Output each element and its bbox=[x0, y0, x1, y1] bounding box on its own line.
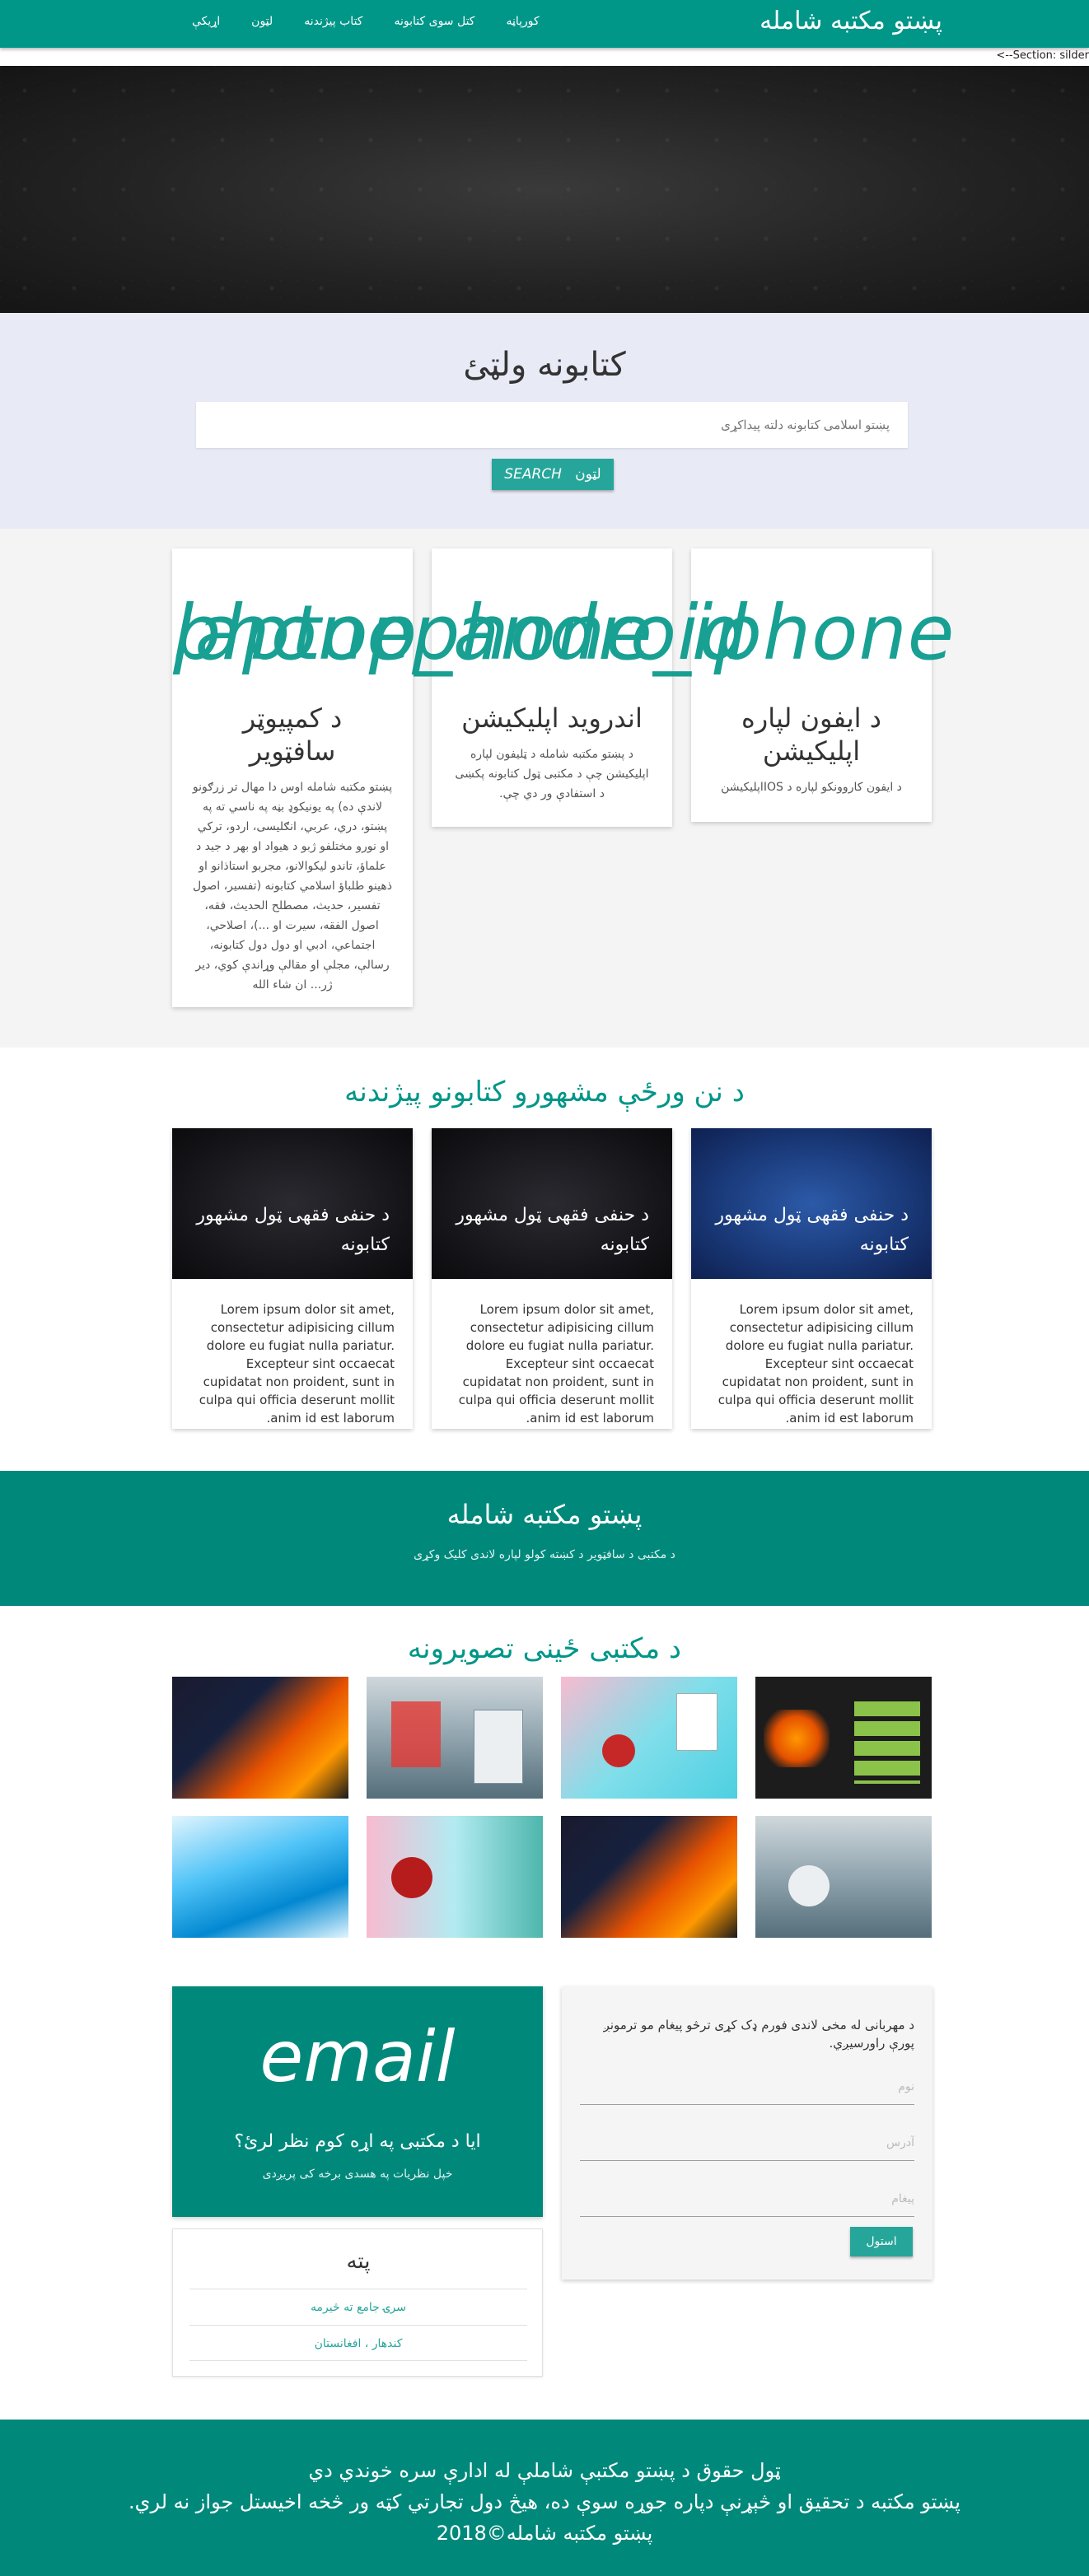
stray-comment-text: <--Section: silder bbox=[996, 49, 1089, 62]
feedback-card: email ایا د مکتبی په اړه کوم نظر لرئ؟ خپ… bbox=[172, 1986, 543, 2217]
search-section: کتابونه ولټئ SEARCH لټون bbox=[0, 313, 1089, 529]
nav-links: اړیکې لټون کتاب پیژندنه کتل سوی کتابونه … bbox=[176, 15, 555, 28]
featured-heading: د نن ورځې مشهورو کتابونو پیژندنه bbox=[344, 1076, 745, 1108]
nav-link-viewed-books[interactable]: کتل سوی کتابونه bbox=[378, 15, 490, 28]
feedback-subtext: خپل نظریات په هسدی برخه کی پریږدی bbox=[262, 2168, 453, 2181]
feedback-question: ایا د مکتبی په اړه کوم نظر لرئ؟ bbox=[234, 2131, 481, 2152]
app-card-desc: د پښتو مکتبه شامله د ټلیفون لپاره اپلیکی… bbox=[455, 748, 649, 800]
gallery-image[interactable] bbox=[172, 1677, 348, 1799]
footer-rights: ټول حقوق د پښتو مکتبې شاملې له ادارې سره… bbox=[308, 2459, 781, 2482]
search-button-label: لټون bbox=[575, 466, 601, 483]
featured-card-title: د حنفی فقهی ټول مشهور کتابونه bbox=[196, 1205, 390, 1255]
featured-card[interactable]: د حنفی فقهی ټول مشهور کتابونه Lorem ipsu… bbox=[172, 1128, 413, 1429]
banner-subtitle: د مکتبی د سافټویر د کښته کولو لپاره لاند… bbox=[414, 1548, 675, 1561]
featured-card-title: د حنفی فقهی ټول مشهور کتابونه bbox=[715, 1205, 909, 1255]
top-navbar: پښتو مکتبه شامله اړیکې لټون کتاب پیژندنه… bbox=[0, 0, 1089, 48]
nav-link-contact[interactable]: اړیکې bbox=[176, 15, 236, 28]
app-card-android: اندروید اپلیکیشن د پښتو مکتبه شامله د ټل… bbox=[432, 548, 672, 827]
gallery-image[interactable] bbox=[367, 1816, 543, 1938]
app-card-desktop: د کمپیوټر سافټویر پښتو مکتبه شامله اوس د… bbox=[172, 548, 413, 1007]
gallery-heading: د مکتبی ځینی تصویرونه bbox=[407, 1632, 682, 1665]
nav-link-search[interactable]: لټون bbox=[236, 15, 288, 28]
featured-card[interactable]: د حنفی فقهی ټول مشهور کتابونه Lorem ipsu… bbox=[691, 1128, 932, 1429]
gallery-image[interactable] bbox=[172, 1816, 348, 1938]
message-field[interactable]: پیغام bbox=[580, 2181, 914, 2217]
gallery-image[interactable] bbox=[755, 1677, 932, 1799]
address-line[interactable]: کندهار ، افغانستان bbox=[189, 2325, 527, 2361]
brand-logo[interactable]: پښتو مکتبه شامله bbox=[759, 7, 942, 35]
search-button-latin: SEARCH bbox=[504, 466, 562, 483]
address-heading: پته bbox=[346, 2249, 371, 2274]
app-card-desc: د ایفون کاروونکو لپاره د IOSاپلیکیشن bbox=[721, 781, 902, 794]
name-field[interactable]: نوم bbox=[580, 2069, 914, 2105]
footer-notice: پښتو مکتبه د تحقیق او څېړنې دپاره جوړه س… bbox=[129, 2490, 960, 2513]
send-button[interactable]: استول bbox=[850, 2227, 913, 2256]
featured-card-title: د حنفی فقهی ټول مشهور کتابونه bbox=[456, 1205, 649, 1255]
app-card-desc: پښتو مکتبه شامله اوس دا مهال تر زرګونو ل… bbox=[192, 781, 393, 992]
app-card-title: د ایفون لپاره اپلیکیشن bbox=[741, 702, 881, 767]
contact-form: د مهربانی له مخی لاندی فورم ډک کړی ترڅو … bbox=[562, 1986, 932, 2280]
footer: ټول حقوق د پښتو مکتبې شاملې له ادارې سره… bbox=[0, 2420, 1089, 2576]
nav-link-home[interactable]: کورپاڼه bbox=[490, 15, 554, 28]
email-icon: email bbox=[259, 2016, 456, 2098]
app-card-title: اندروید اپلیکیشن bbox=[461, 702, 643, 734]
gallery-image[interactable] bbox=[561, 1816, 737, 1938]
search-title: کتابونه ولټئ bbox=[463, 346, 626, 384]
featured-card-body: Lorem ipsum dolor sit amet, consectetur … bbox=[199, 1302, 395, 1426]
gallery-image[interactable] bbox=[755, 1816, 932, 1938]
download-banner[interactable]: پښتو مکتبه شامله د مکتبی د سافټویر د کښت… bbox=[0, 1471, 1089, 1606]
address-line[interactable]: سرۍ جامع ته څیرمه bbox=[189, 2289, 527, 2325]
gallery-image[interactable] bbox=[561, 1677, 737, 1799]
featured-card[interactable]: د حنفی فقهی ټول مشهور کتابونه Lorem ipsu… bbox=[432, 1128, 672, 1429]
hero-slider bbox=[0, 66, 1089, 313]
contact-intro: د مهربانی له مخی لاندی فورم ډک کړی ترڅو … bbox=[603, 2018, 914, 2051]
address-field[interactable]: آدرس bbox=[580, 2125, 914, 2161]
featured-card-body: Lorem ipsum dolor sit amet, consectetur … bbox=[458, 1302, 654, 1426]
nav-link-book-intro[interactable]: کتاب پیژندنه bbox=[288, 15, 378, 28]
banner-title: پښتو مکتبه شامله bbox=[446, 1499, 643, 1530]
address-card: پته سرۍ جامع ته څیرمه کندهار ، افغانستان bbox=[172, 2228, 543, 2377]
app-card-title: د کمپیوټر سافټویر bbox=[242, 702, 343, 767]
footer-copyright: پښتو مکتبه شامله©2018 bbox=[436, 2522, 653, 2545]
search-button[interactable]: SEARCH لټون bbox=[492, 459, 614, 490]
search-input[interactable] bbox=[196, 402, 908, 448]
gallery-image[interactable] bbox=[367, 1677, 543, 1799]
app-card-iphone: د ایفون لپاره اپلیکیشن د ایفون کاروونکو … bbox=[691, 548, 932, 822]
featured-card-body: Lorem ipsum dolor sit amet, consectetur … bbox=[717, 1302, 914, 1426]
